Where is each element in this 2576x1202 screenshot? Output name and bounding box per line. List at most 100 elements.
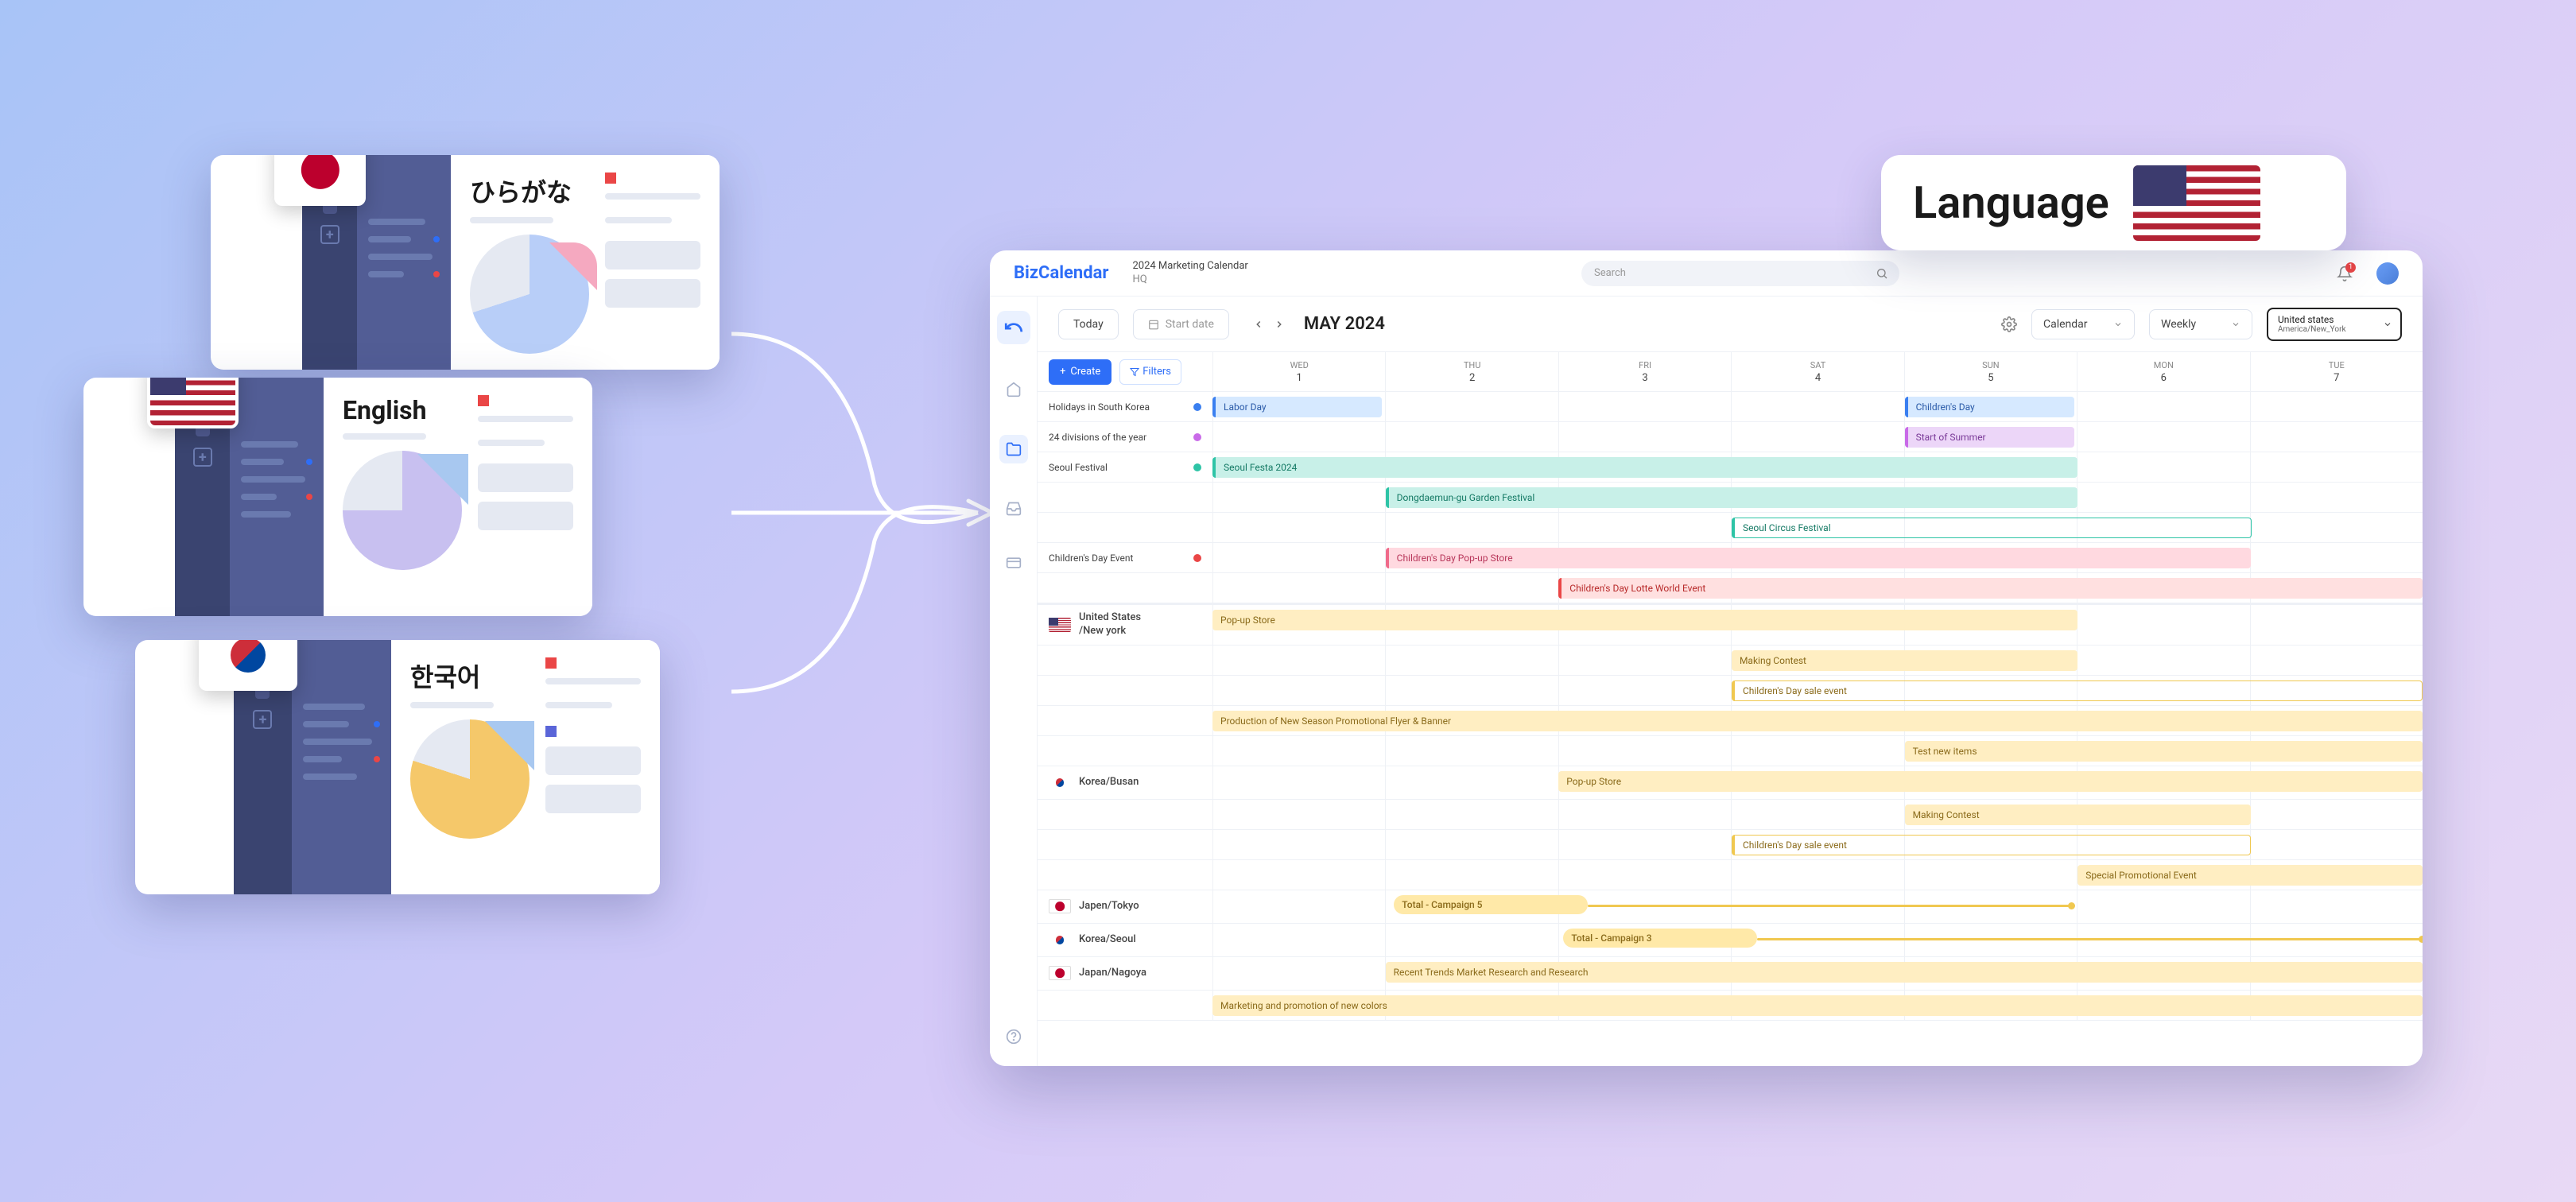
lang-card-korean: + 한국어 [135,640,660,894]
event-bar[interactable]: Children's Day Pop-up Store [1386,548,2251,568]
calendar-grid: + Create Filters WED1 THU2 FRI3 SAT4 SUN… [1038,352,2423,1066]
flag-us-icon [2133,165,2260,241]
skeleton-line [368,254,433,260]
calendar-app: BizCalendar 2024 Marketing Calendar HQ S… [990,250,2423,1066]
sidebar-home[interactable] [1005,381,1022,398]
inbox-icon [1006,501,1022,517]
calendar-row-divisions: 24 divisions of the year Start of Summer [1038,422,2423,452]
chevron-down-icon [2231,320,2240,329]
event-bar[interactable]: Pop-up Store [1558,771,2423,792]
event-bar[interactable]: Seoul Festa 2024 [1212,457,2077,478]
search-icon [1876,267,1888,280]
campaign-pill[interactable]: Total - Campaign 5 [1394,895,1588,914]
flag-korea-icon [1049,775,1071,789]
sidebar-card[interactable] [1005,554,1022,572]
add-icon[interactable]: + [320,225,339,244]
region-row-korea-busan: Korea/Busan Pop-up Store [1038,766,2423,800]
day-header: SUN5 [1904,352,2077,391]
region-row-us: United States /New york Pop-up Store [1038,603,2423,646]
start-date-button[interactable]: Start date [1133,309,1229,339]
calendar-row-childrens: Children's Day Event Children's Day Pop-… [1038,543,2423,573]
flag-us-icon [147,378,239,428]
event-bar[interactable]: Dongdaemun-gu Garden Festival [1386,487,2078,508]
prev-arrow[interactable] [1253,319,1264,330]
pie-chart-icon [410,719,530,839]
event-bar[interactable]: Children's Day [1905,397,2074,417]
day-header: WED1 [1212,352,1385,391]
flag-japan-icon [274,155,366,206]
sidebar-folder[interactable] [999,435,1028,463]
flag-korea-icon [1049,933,1071,947]
calendar-row-seoul-festival: Seoul Festival Seoul Festa 2024 [1038,452,2423,483]
notification-bell[interactable]: 1 [2337,266,2353,281]
skeleton-line [368,219,425,225]
add-icon[interactable]: + [193,448,212,467]
app-header: BizCalendar 2024 Marketing Calendar HQ S… [990,250,2423,297]
calendar-row-holidays: Holidays in South Korea Labor Day Childr… [1038,392,2423,422]
event-bar[interactable]: Making Contest [1905,805,2251,825]
back-button[interactable] [997,311,1030,344]
filter-icon [1130,367,1139,377]
help-icon [1006,1029,1022,1045]
event-bar[interactable]: Test new items [1905,741,2423,762]
view-dropdown[interactable]: Calendar [2031,309,2135,339]
brand-logo: BizCalendar [1014,263,1108,283]
sidebar-inbox[interactable] [1005,500,1022,518]
folder-icon [1006,441,1022,457]
notification-count: 1 [2345,262,2356,273]
region-row-korea-seoul: Korea/Seoul Total - Campaign 3 [1038,924,2423,957]
calendar-toolbar: Today Start date MAY 2024 Calendar [1038,297,2423,352]
avatar[interactable] [2376,262,2399,285]
event-bar[interactable]: Children's Day Lotte World Event [1558,578,2423,599]
day-header: TUE7 [2250,352,2423,391]
flag-japan-icon [1049,966,1071,980]
card-title: ひらがな [470,173,589,209]
campaign-pill[interactable]: Total - Campaign 3 [1563,929,1757,948]
event-bar[interactable]: Special Promotional Event [2077,865,2423,886]
event-bar[interactable]: Making Contest [1732,650,2077,671]
today-button[interactable]: Today [1058,309,1119,339]
day-header: SAT4 [1731,352,1903,391]
undo-icon [1003,317,1024,338]
event-bar[interactable]: Start of Summer [1905,427,2074,448]
region-row-japan-tokyo: Japen/Tokyo Total - Campaign 5 [1038,890,2423,924]
day-header: MON6 [2077,352,2249,391]
sidebar-help[interactable] [1005,1028,1022,1045]
add-icon[interactable]: + [253,710,272,729]
search-placeholder: Search [1594,267,1626,279]
event-bar[interactable]: Pop-up Store [1212,610,2077,630]
page-title: 2024 Marketing Calendar [1132,260,1247,273]
lang-card-japanese: + ひらがな [211,155,720,370]
day-header: FRI3 [1558,352,1731,391]
day-header: THU2 [1385,352,1558,391]
flag-japan-icon [1049,899,1071,913]
flag-korea-icon [199,640,297,691]
timezone-dropdown[interactable]: United states America/New_York [2267,308,2402,341]
calendar-icon [1148,319,1159,330]
chevron-down-icon [2383,320,2392,329]
current-month: MAY 2024 [1304,314,1385,334]
event-bar[interactable]: Labor Day [1212,397,1382,417]
skeleton-line [368,271,404,277]
language-label: Language [1913,176,2109,229]
card-title: English [343,395,462,425]
event-bar[interactable]: Seoul Circus Festival [1732,518,2252,538]
flow-arrows-icon [731,302,1002,723]
filters-button[interactable]: Filters [1119,359,1181,385]
card-icon [1006,555,1022,571]
event-bar[interactable]: Production of New Season Promotional Fly… [1212,711,2423,731]
settings-button[interactable] [2001,316,2017,332]
page-subtitle: HQ [1132,273,1247,287]
search-input[interactable]: Search [1581,261,1899,286]
next-arrow[interactable] [1274,319,1285,330]
flag-us-icon [1049,618,1071,632]
event-bar[interactable]: Children's Day sale event [1732,680,2423,701]
period-dropdown[interactable]: Weekly [2149,309,2252,339]
create-button[interactable]: + Create [1049,359,1111,385]
home-icon [1006,382,1022,397]
event-bar[interactable]: Recent Trends Market Research and Resear… [1386,962,2423,983]
event-bar[interactable]: Marketing and promotion of new colors [1212,995,2423,1016]
pie-chart-icon [343,451,462,570]
lang-card-english: + English [83,378,592,616]
event-bar[interactable]: Children's Day sale event [1732,835,2251,855]
